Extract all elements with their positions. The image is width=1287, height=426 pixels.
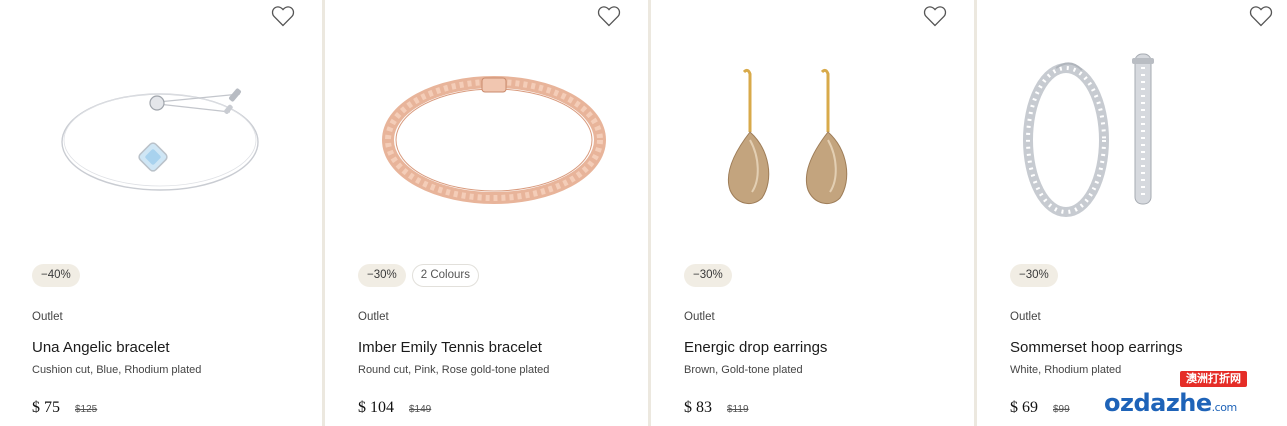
product-description: Cushion cut, Blue, Rhodium plated [32, 364, 202, 376]
sale-price: $ 69 [1010, 399, 1038, 416]
sale-price: $ 83 [684, 399, 712, 416]
original-price: $99 [1053, 404, 1070, 415]
product-description: Round cut, Pink, Rose gold-tone plated [358, 364, 550, 376]
outlet-label: Outlet [684, 311, 715, 323]
product-name[interactable]: Imber Emily Tennis bracelet [358, 339, 542, 356]
card-divider [322, 0, 325, 426]
product-name[interactable]: Una Angelic bracelet [32, 339, 170, 356]
outlet-label: Outlet [32, 311, 63, 323]
original-price: $149 [409, 404, 432, 415]
product-card[interactable]: −30% Outlet Energic drop earrings Brown,… [652, 0, 974, 426]
sale-price: $ 104 [358, 399, 394, 416]
discount-badge: −30% [684, 264, 732, 287]
discount-badge: −40% [32, 264, 80, 287]
hoop-earrings-silver-image [1023, 53, 1154, 217]
product-image[interactable] [978, 40, 1287, 240]
discount-badge: −30% [358, 264, 406, 287]
heart-outline-icon [923, 6, 947, 27]
badge-row: −30% 2 Colours [358, 264, 479, 287]
product-name[interactable]: Sommerset hoop earrings [1010, 339, 1183, 356]
watermark-brand: ozdazhe [1104, 389, 1212, 417]
watermark-suffix: .com [1211, 401, 1238, 414]
product-card[interactable]: −30% 2 Colours Outlet Imber Emily Tennis… [326, 0, 648, 426]
product-image[interactable] [0, 40, 322, 240]
discount-badge: −30% [1010, 264, 1058, 287]
badge-row: −30% [684, 264, 732, 287]
product-card[interactable]: −30% Outlet Sommerset hoop earrings Whit… [978, 0, 1287, 426]
heart-outline-icon [271, 6, 295, 27]
wishlist-button[interactable] [597, 5, 621, 27]
product-image[interactable] [652, 40, 974, 240]
colours-badge[interactable]: 2 Colours [411, 264, 479, 287]
outlet-label: Outlet [358, 311, 389, 323]
tennis-bracelet-rose-gold-image [382, 76, 606, 204]
watermark-logo: 澳洲打折网 ozdazhe.com [1100, 371, 1280, 421]
price-row: $ 69 $99 [1010, 399, 1070, 417]
price-row: $ 83 $119 [684, 399, 749, 417]
card-divider [974, 0, 977, 426]
watermark-main-text: ozdazhe.com [1104, 389, 1237, 417]
wishlist-button[interactable] [923, 5, 947, 27]
heart-outline-icon [597, 6, 621, 27]
outlet-label: Outlet [1010, 311, 1041, 323]
heart-outline-icon [1249, 6, 1273, 27]
card-divider [648, 0, 651, 426]
product-card[interactable]: −40% Outlet Una Angelic bracelet Cushion… [0, 0, 322, 426]
price-row: $ 104 $149 [358, 399, 431, 417]
product-name[interactable]: Energic drop earrings [684, 339, 827, 356]
watermark-top-text: 澳洲打折网 [1180, 371, 1247, 387]
badge-row: −30% [1010, 264, 1058, 287]
product-description: Brown, Gold-tone plated [684, 364, 803, 376]
wishlist-button[interactable] [271, 5, 295, 27]
drop-earrings-brown-image [727, 68, 848, 205]
original-price: $125 [75, 404, 98, 415]
sale-price: $ 75 [32, 399, 60, 416]
product-image[interactable] [326, 40, 648, 240]
original-price: $119 [727, 404, 749, 415]
wishlist-button[interactable] [1249, 5, 1273, 27]
bracelet-chain-blue-stone-image [61, 88, 259, 191]
product-grid: −40% Outlet Una Angelic bracelet Cushion… [0, 0, 1287, 426]
price-row: $ 75 $125 [32, 399, 97, 417]
badge-row: −40% [32, 264, 80, 287]
